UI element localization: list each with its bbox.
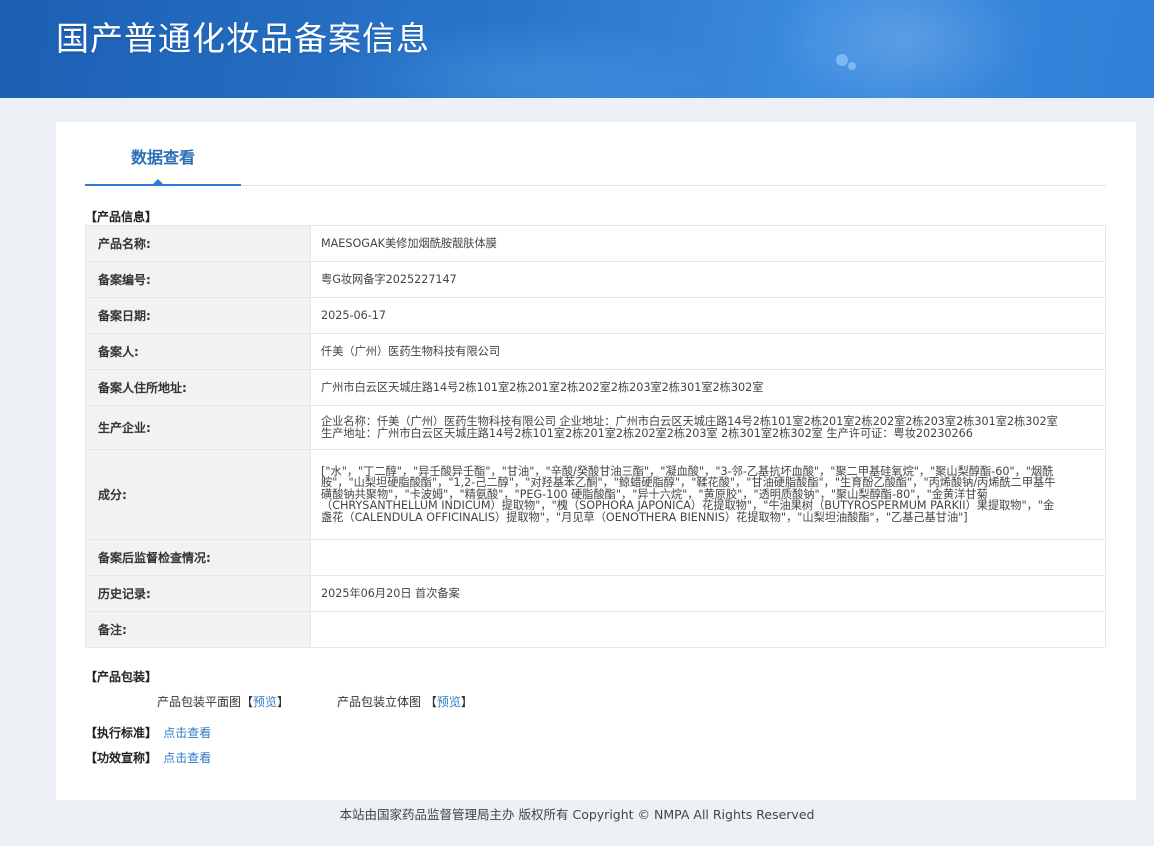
tab-data-view[interactable]: 数据查看 xyxy=(85,122,241,186)
field-value xyxy=(310,539,1106,576)
packaging-stereo-label: 产品包装立体图 xyxy=(337,695,422,709)
packaging-stereo: 产品包装立体图 【预览】 xyxy=(337,693,473,710)
table-row: 备案编号: 粤G妆网备字2025227147 xyxy=(85,261,1106,298)
field-label: 备案人住所地址: xyxy=(85,369,311,406)
table-row: 备案后监督检查情况: xyxy=(85,539,1106,576)
page-title: 国产普通化妆品备案信息 xyxy=(56,19,430,58)
field-value: 仟美（广州）医药生物科技有限公司 xyxy=(310,333,1106,370)
banner-decoration-dot xyxy=(848,62,856,70)
bracket-close: 】 xyxy=(460,695,473,709)
tab-label: 数据查看 xyxy=(130,148,195,167)
banner-decoration xyxy=(774,0,1034,98)
field-label: 生产企业: xyxy=(85,405,311,450)
field-value: 广州市白云区天城庄路14号2栋101室2栋201室2栋202室2栋203室2栋3… xyxy=(310,369,1106,406)
efficacy-row: 【功效宣称】 点击查看 xyxy=(85,749,211,766)
product-info-table: 产品名称: MAESOGAK美修加烟酰胺靓肤体膜 备案编号: 粤G妆网备字202522… xyxy=(85,225,1106,648)
table-row: 生产企业: 企业名称：仟美（广州）医药生物科技有限公司 企业地址：广州市白云区天城… xyxy=(85,405,1106,450)
standard-row: 【执行标准】 点击查看 xyxy=(85,724,211,741)
table-row: 备案人住所地址: 广州市白云区天城庄路14号2栋101室2栋201室2栋202室2… xyxy=(85,369,1106,406)
bracket-close: 】 xyxy=(277,695,290,709)
header-banner: 国产普通化妆品备案信息 xyxy=(0,0,1154,98)
table-row: 备案日期: 2025-06-17 xyxy=(85,297,1106,334)
table-row: 历史记录: 2025年06月20日 首次备案 xyxy=(85,575,1106,612)
field-label: 备案编号: xyxy=(85,261,311,298)
standard-label: 【执行标准】 xyxy=(85,726,158,740)
field-value: 2025-06-17 xyxy=(310,297,1106,334)
field-label: 备案日期: xyxy=(85,297,311,334)
field-value: ["水"，"丁二醇"，"异壬酸异壬酯"，"甘油"，"辛酸/癸酸甘油三酯"，"凝血… xyxy=(310,449,1106,540)
main-card: 数据查看 【产品信息】 产品名称: MAESOGAK美修加烟酰胺靓肤体膜 备案编号:… xyxy=(56,122,1136,800)
packaging-flat-label: 产品包装平面图 xyxy=(157,695,242,709)
field-label: 产品名称: xyxy=(85,225,311,262)
packaging-label: 【产品包装】 xyxy=(85,670,158,684)
field-label: 备注: xyxy=(85,611,311,648)
field-value: 企业名称：仟美（广州）医药生物科技有限公司 企业地址：广州市白云区天城庄路14号… xyxy=(310,405,1106,450)
preview-flat-link[interactable]: 预览 xyxy=(253,695,277,709)
efficacy-label: 【功效宣称】 xyxy=(85,751,158,765)
efficacy-view-link[interactable]: 点击查看 xyxy=(163,751,211,765)
standard-view-link[interactable]: 点击查看 xyxy=(163,726,211,740)
packaging-flat: 产品包装平面图【预览】 xyxy=(157,693,289,710)
field-label: 备案人: xyxy=(85,333,311,370)
field-label: 成分: xyxy=(85,449,311,540)
tab-active-indicator xyxy=(153,179,163,184)
field-value: 2025年06月20日 首次备案 xyxy=(310,575,1106,612)
tab-bar: 数据查看 xyxy=(85,122,1106,186)
field-value: 粤G妆网备字2025227147 xyxy=(310,261,1106,298)
banner-decoration-dot xyxy=(836,54,848,66)
field-value xyxy=(310,611,1106,648)
field-value: MAESOGAK美修加烟酰胺靓肤体膜 xyxy=(310,225,1106,262)
table-row: 备案人: 仟美（广州）医药生物科技有限公司 xyxy=(85,333,1106,370)
footer-copyright: 本站由国家药品监督管理局主办 版权所有 Copyright © NMPA All… xyxy=(339,807,815,822)
preview-stereo-link[interactable]: 预览 xyxy=(437,695,461,709)
table-row: 备注: xyxy=(85,611,1106,648)
bracket-open: 【 xyxy=(424,695,437,709)
table-row: 成分: ["水"，"丁二醇"，"异壬酸异壬酯"，"甘油"，"辛酸/癸酸甘油三酯"，… xyxy=(85,449,1106,540)
table-row: 产品名称: MAESOGAK美修加烟酰胺靓肤体膜 xyxy=(85,225,1106,262)
field-label: 备案后监督检查情况: xyxy=(85,539,311,576)
bracket-open: 【 xyxy=(241,695,254,709)
field-label: 历史记录: xyxy=(85,575,311,612)
product-info-label: 【产品信息】 xyxy=(85,210,158,224)
